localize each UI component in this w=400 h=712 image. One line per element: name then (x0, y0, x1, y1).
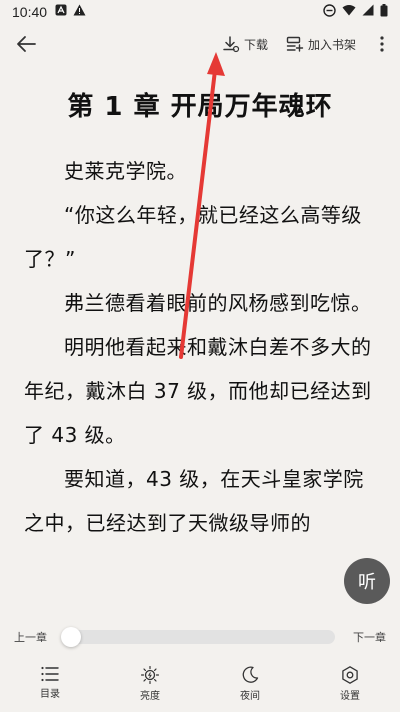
bottom-nav: 目录 亮度 夜间 设置 (0, 658, 400, 712)
add-shelf-icon (286, 36, 304, 52)
paragraph: “你这么年轻，就已经这么高等级了？” (24, 203, 362, 271)
status-bar: 10:40 (0, 0, 400, 24)
add-to-shelf-button[interactable]: 加入书架 (286, 35, 356, 53)
signal-icon (362, 4, 374, 20)
add-to-shelf-label: 加入书架 (307, 37, 356, 52)
reader-toolbar: 下载 加入书架 (0, 24, 400, 64)
warning-icon (73, 4, 86, 20)
nav-label: 目录 (40, 689, 60, 700)
nav-item-brightness[interactable]: 亮度 (115, 666, 185, 702)
next-chapter-button[interactable]: 下一章 (353, 629, 386, 645)
list-icon (41, 666, 59, 682)
download-label: 下载 (243, 37, 268, 52)
back-button[interactable] (10, 28, 42, 60)
nav-label: 亮度 (140, 691, 160, 702)
moon-icon (242, 666, 259, 683)
battery-icon (380, 3, 388, 21)
chapter-progress: 上一章 下一章 (0, 622, 400, 652)
download-icon (223, 36, 240, 53)
more-vertical-icon (380, 36, 384, 52)
more-options-button[interactable] (374, 36, 390, 52)
progress-slider[interactable] (61, 627, 335, 647)
paragraph: 要知道，43 级，在天斗皇家学院之中，已经达到了天微级导师的 (24, 467, 364, 535)
wifi-icon (342, 4, 356, 20)
previous-chapter-button[interactable]: 上一章 (14, 629, 47, 645)
brightness-icon (141, 666, 159, 684)
reader-content[interactable]: 第 1 章 开局万年魂环 史莱克学院。 “你这么年轻，就已经这么高等级了？” 弗… (0, 64, 400, 616)
arrow-left-icon (17, 36, 36, 52)
status-time: 10:40 (12, 4, 48, 20)
nav-item-toc[interactable]: 目录 (15, 666, 85, 700)
paragraph: 明明他看起来和戴沐白差不多大的年纪，戴沐白 37 级，而他却已经达到了 43 级… (24, 335, 372, 447)
download-button[interactable]: 下载 (222, 35, 268, 53)
notification-a-icon (55, 4, 67, 20)
chapter-title: 第 1 章 开局万年魂环 (67, 92, 333, 122)
listen-button[interactable]: 听 (344, 558, 390, 604)
nav-item-night-mode[interactable]: 夜间 (215, 666, 285, 702)
paragraph: 弗兰德看着眼前的风杨感到吃惊。 (64, 291, 372, 315)
do-not-disturb-icon (323, 3, 336, 21)
progress-slider-thumb[interactable] (61, 627, 81, 647)
settings-icon (342, 666, 358, 684)
paragraph: 史莱克学院。 (64, 159, 187, 183)
nav-item-settings[interactable]: 设置 (315, 666, 385, 702)
nav-label: 夜间 (240, 691, 260, 702)
nav-label: 设置 (340, 691, 360, 702)
